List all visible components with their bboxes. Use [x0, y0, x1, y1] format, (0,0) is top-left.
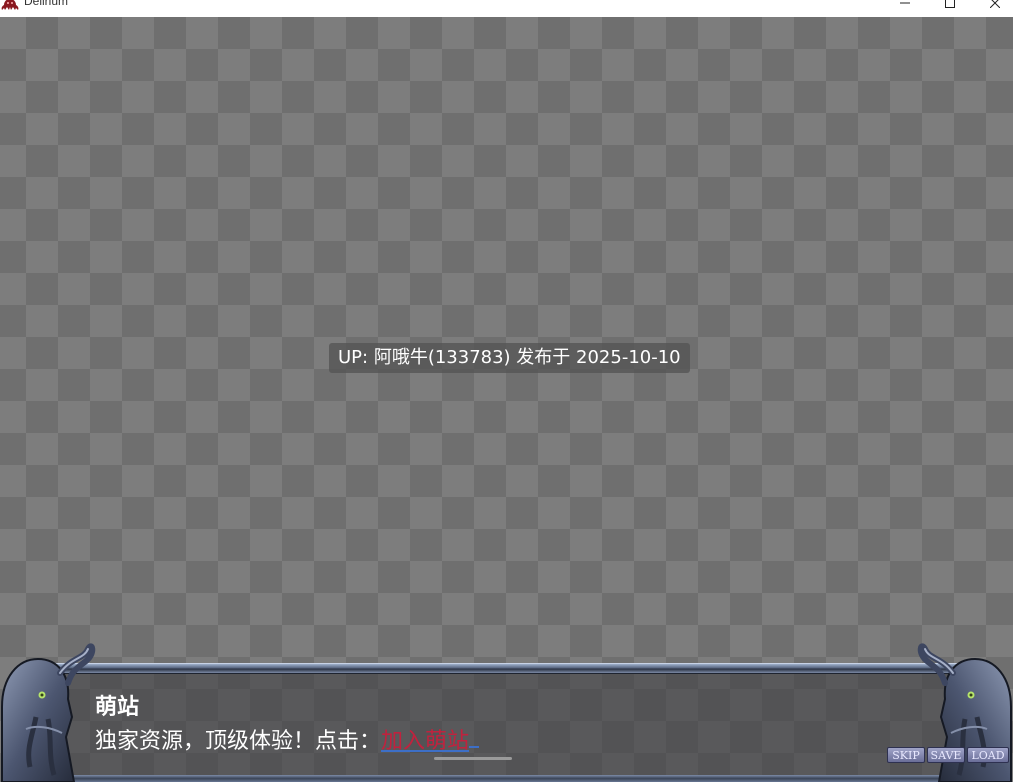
game-canvas[interactable]: UP: 阿哦牛(133783) 发布于 2025-10-10 萌站 独家资源，顶…: [0, 17, 1013, 782]
scroll-indicator: [434, 757, 512, 760]
minimize-button[interactable]: [882, 0, 928, 14]
minimize-icon: [900, 2, 910, 4]
save-button[interactable]: SAVE: [927, 747, 965, 763]
tentacle-logo-icon: [1, 0, 19, 10]
cthulhu-statue-left-icon: [1, 643, 96, 782]
maximize-button[interactable]: [927, 0, 973, 14]
dialogue-message-text: 独家资源，顶级体验！点击：: [95, 729, 382, 754]
text-continue-cursor: [469, 746, 480, 748]
maximize-icon: [945, 0, 955, 8]
app-window: Delirium UP: 阿哦牛(133783) 发布于 2025-10-10: [0, 0, 1013, 782]
speaker-name: 萌站: [95, 695, 140, 720]
dialogue-message: 独家资源，顶级体验！点击：加入萌站: [95, 727, 480, 757]
upload-watermark: UP: 阿哦牛(133783) 发布于 2025-10-10: [329, 343, 690, 373]
title-bar[interactable]: Delirium: [0, 0, 1013, 17]
load-button[interactable]: LOAD: [967, 747, 1009, 763]
close-button[interactable]: [972, 0, 1013, 14]
close-icon: [990, 0, 1000, 8]
window-title: Delirium: [24, 0, 69, 8]
dialogue-frame-bottom: [20, 775, 992, 782]
dialogue-window[interactable]: 萌站 独家资源，顶级体验！点击：加入萌站: [0, 637, 1013, 782]
join-site-link[interactable]: 加入萌站: [381, 729, 469, 754]
dialogue-frame-top: [40, 663, 972, 674]
skip-button[interactable]: SKIP: [887, 747, 925, 763]
